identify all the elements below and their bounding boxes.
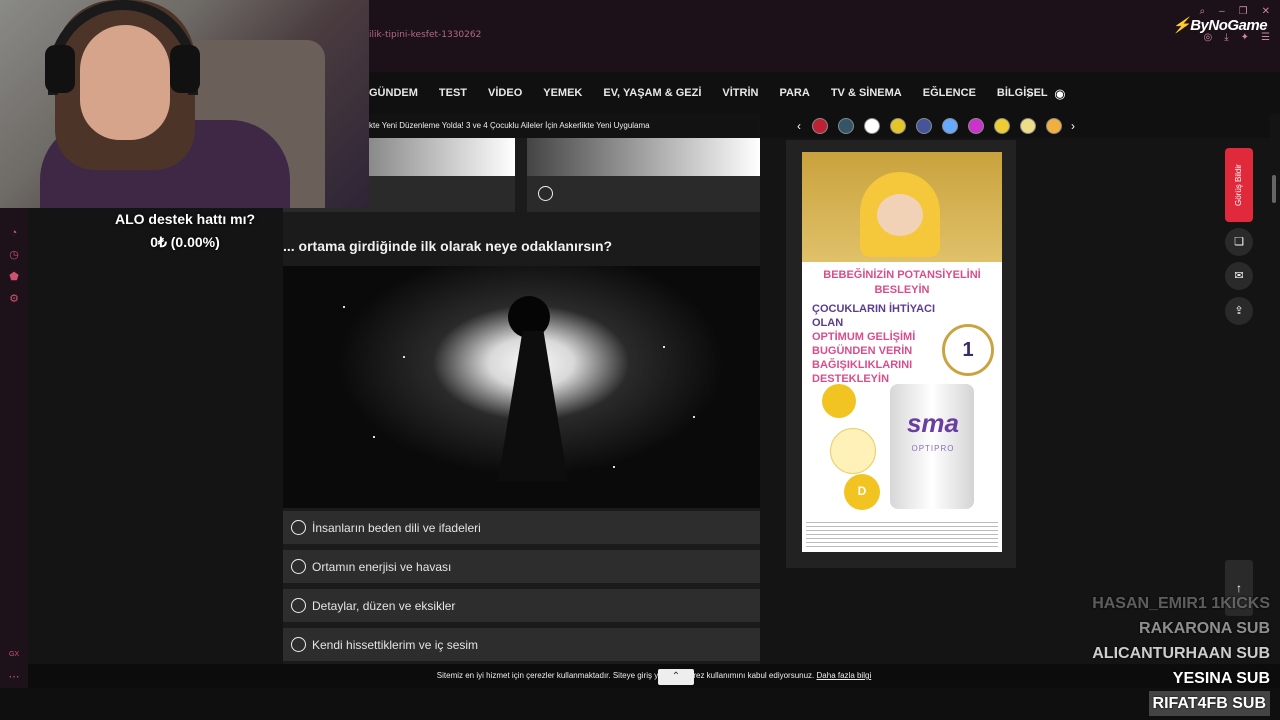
nav-icons: ⌕ ◉ (1027, 86, 1066, 102)
ad-fine-print (806, 522, 998, 548)
story-item[interactable] (812, 118, 828, 134)
ad-product-name: OPTIPRO (911, 444, 955, 453)
question-image (283, 266, 760, 508)
share-icon[interactable]: ⇪ (1225, 297, 1253, 325)
quiz-option[interactable]: İnsanların beden dili ve ifadeleri (283, 511, 760, 544)
nav-item-eglence[interactable]: EĞLENCE (923, 87, 976, 99)
previous-option-card[interactable] (527, 138, 760, 212)
bolt-icon: ⚡ (1172, 17, 1191, 34)
screen: ilik-tipini-kesfet-1330262 ⌕ – ❐ ✕ ◎ ⤓ ✦… (0, 0, 1280, 720)
nav-item-para[interactable]: PARA (779, 87, 809, 99)
nav-item-test[interactable]: TEST (439, 87, 467, 99)
story-item[interactable] (890, 118, 906, 134)
sub-alert: HASAN_EMIR1 1KICKS (1092, 595, 1270, 612)
speck (373, 436, 375, 438)
donation-goal: ALO destek hattı mı? 0₺ (0.00%) (40, 208, 330, 254)
address-bar[interactable]: ilik-tipini-kesfet-1330262 (369, 30, 481, 40)
ad-body-line: BAĞIŞIKLIKLARINI (812, 359, 913, 371)
girl-silhouette-body (498, 331, 568, 481)
settings-icon[interactable]: ⚙ (7, 292, 21, 306)
sub-alert: YESINA SUB (1172, 670, 1270, 687)
speck (343, 306, 345, 308)
nav-item-video[interactable]: VİDEO (488, 87, 522, 99)
chevron-up-icon[interactable]: ⌃ (658, 669, 694, 685)
brand-text: ByNoGame (1190, 17, 1268, 34)
story-item[interactable] (968, 118, 984, 134)
news-ticker[interactable]: kte Yeni Düzenleme Yolda! 3 ve 4 Çocuklu… (369, 114, 759, 138)
nav-item-yemek[interactable]: YEMEK (543, 87, 582, 99)
feedback-button[interactable]: Görüş Bildir (1225, 148, 1253, 222)
donation-title: ALO destek hattı mı? (114, 211, 256, 227)
story-item[interactable] (942, 118, 958, 134)
taskbar (0, 688, 1280, 720)
speck (663, 346, 665, 348)
ad-bubble (822, 384, 856, 418)
story-item[interactable] (994, 118, 1010, 134)
ad-headline: BEBEĞİNİZİN POTANSİYELİNİ BESLEYİN (823, 269, 981, 296)
extension-icon[interactable]: ⬟ (7, 270, 21, 284)
gx-icon[interactable]: GX (7, 648, 21, 662)
ad-vitamin-bubble: D (844, 474, 880, 510)
ad-badge: 1 (942, 324, 994, 376)
sub-alert: ALICANTURHAAN SUB (1092, 645, 1270, 662)
nav-item-ev-yasam-gezi[interactable]: EV, YAŞAM & GEZİ (603, 87, 701, 99)
story-carousel: ‹ › (760, 114, 1270, 138)
option-label: İnsanların beden dili ve ifadeleri (312, 520, 481, 535)
ad-body-line: ÇOCUKLARIN İHTİYACI OLAN (812, 303, 936, 329)
radio-button[interactable] (291, 598, 306, 613)
clock-icon[interactable]: ◷ (7, 248, 21, 262)
sub-alert: RIFAT4FB SUB (1148, 691, 1270, 716)
advertisement[interactable]: BEBEĞİNİZİN POTANSİYELİNİ BESLEYİN ÇOCUK… (802, 152, 1002, 552)
ad-product-logo: sma (906, 408, 960, 438)
radio-button[interactable] (291, 520, 306, 535)
user-icon[interactable]: ◉ (1054, 86, 1065, 102)
site-navbar: GÜNDEM TEST VİDEO YEMEK EV, YAŞAM & GEZİ… (369, 72, 1280, 114)
sub-alert: RAKARONA SUB (1139, 620, 1270, 637)
comment-icon[interactable]: ✉ (1225, 262, 1253, 290)
speck (403, 356, 405, 358)
headset-ear (45, 45, 75, 93)
option-label: Ortamın enerjisi ve havası (312, 559, 452, 574)
webcam-overlay (0, 0, 369, 208)
story-item[interactable] (1046, 118, 1062, 134)
story-item[interactable] (916, 118, 932, 134)
speck (613, 466, 615, 468)
quiz-question: ... ortama girdiğinde ilk olarak neye od… (283, 238, 613, 254)
speck (693, 416, 695, 418)
story-item[interactable] (838, 118, 854, 134)
radio-button[interactable] (538, 186, 553, 201)
option-label: Detaylar, düzen ve eksikler (312, 598, 456, 613)
nav-item-gundem[interactable]: GÜNDEM (369, 87, 418, 99)
sub-alerts: HASAN_EMIR1 1KICKS RAKARONA SUB ALICANTU… (1092, 591, 1270, 716)
ad-child-face (877, 194, 923, 236)
donation-amount: 0₺ (0.00%) (150, 234, 220, 250)
quiz-option[interactable]: Kendi hissettiklerim ve iç sesim (283, 628, 760, 661)
bookmark-icon[interactable]: ❏ (1225, 228, 1253, 256)
story-item[interactable] (864, 118, 880, 134)
ad-body-line: OPTİMUM GELİŞİMİ BUGÜNDEN VERİN (812, 331, 916, 357)
search-icon[interactable]: ⌕ (1027, 86, 1034, 102)
nav-item-vitrin[interactable]: VİTRİN (722, 87, 758, 99)
cookie-more-link[interactable]: Daha fazla bilgi (817, 671, 872, 680)
more-icon[interactable]: ⋯ (7, 670, 21, 684)
option-image (527, 138, 760, 176)
headset-ear (170, 45, 200, 93)
ad-bubble (830, 428, 876, 474)
radio-button[interactable] (291, 559, 306, 574)
browser-sidebar: ◔ ◷ ⬟ ⚙ GX ⋯ (0, 208, 28, 688)
chevron-right-icon[interactable]: › (1071, 119, 1075, 133)
history-icon[interactable]: ◔ (7, 226, 21, 240)
ad-body: ÇOCUKLARIN İHTİYACI OLAN OPTİMUM GELİŞİM… (812, 302, 942, 386)
quiz-option[interactable]: Detaylar, düzen ve eksikler (283, 589, 760, 622)
quiz-option[interactable]: Ortamın enerjisi ve havası (283, 550, 760, 583)
radio-button[interactable] (291, 637, 306, 652)
scrollbar[interactable] (1272, 175, 1276, 203)
cookie-text: Sitemiz en iyi hizmet için çerezler kull… (436, 671, 815, 680)
option-label: Kendi hissettiklerim ve iç sesim (312, 637, 479, 652)
brand-logo: ⚡ByNoGame (1172, 16, 1268, 34)
story-item[interactable] (1020, 118, 1036, 134)
nav-item-tv-sinema[interactable]: TV & SİNEMA (831, 87, 902, 99)
chevron-left-icon[interactable]: ‹ (797, 119, 801, 133)
